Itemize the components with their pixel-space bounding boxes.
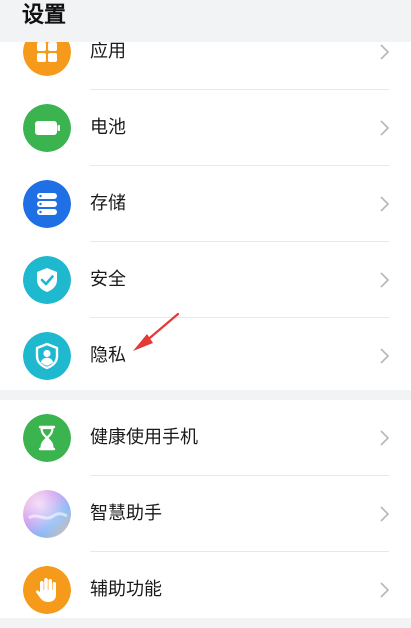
chevron-right-icon xyxy=(380,196,389,212)
chevron-right-icon xyxy=(380,120,389,136)
settings-item-storage[interactable]: 存储 xyxy=(0,166,411,242)
settings-item-smart-assistant[interactable]: 智慧助手 xyxy=(0,476,411,552)
settings-item-label: 智慧助手 xyxy=(90,503,162,524)
chevron-right-icon xyxy=(380,272,389,288)
smart-assistant-icon xyxy=(23,490,71,538)
page-title: 设置 xyxy=(22,3,67,28)
hourglass-icon xyxy=(23,414,71,462)
hand-icon xyxy=(23,566,71,614)
settings-item-label: 辅助功能 xyxy=(90,579,162,600)
settings-item-battery[interactable]: 电池 xyxy=(0,90,411,166)
chevron-right-icon xyxy=(380,348,389,364)
settings-group-more: 健康使用手机 智慧助手 辅助功能 xyxy=(0,400,411,618)
settings-group-main: 应用 电池 存储 安全 隐私 xyxy=(0,24,411,390)
privacy-icon xyxy=(23,332,71,380)
settings-item-label: 健康使用手机 xyxy=(90,427,198,448)
shield-check-icon xyxy=(23,256,71,304)
settings-item-label: 安全 xyxy=(90,269,126,290)
settings-item-digital-balance[interactable]: 健康使用手机 xyxy=(0,400,411,476)
chevron-right-icon xyxy=(380,44,389,60)
storage-icon xyxy=(23,180,71,228)
chevron-right-icon xyxy=(380,582,389,598)
settings-item-accessibility[interactable]: 辅助功能 xyxy=(0,552,411,628)
header: 设置 xyxy=(0,0,411,42)
chevron-right-icon xyxy=(380,506,389,522)
chevron-right-icon xyxy=(380,430,389,446)
settings-item-security[interactable]: 安全 xyxy=(0,242,411,318)
settings-item-label: 存储 xyxy=(90,193,126,214)
settings-item-label: 隐私 xyxy=(90,345,126,366)
settings-item-label: 电池 xyxy=(90,117,126,138)
settings-item-privacy[interactable]: 隐私 xyxy=(0,318,411,394)
battery-icon xyxy=(23,104,71,152)
